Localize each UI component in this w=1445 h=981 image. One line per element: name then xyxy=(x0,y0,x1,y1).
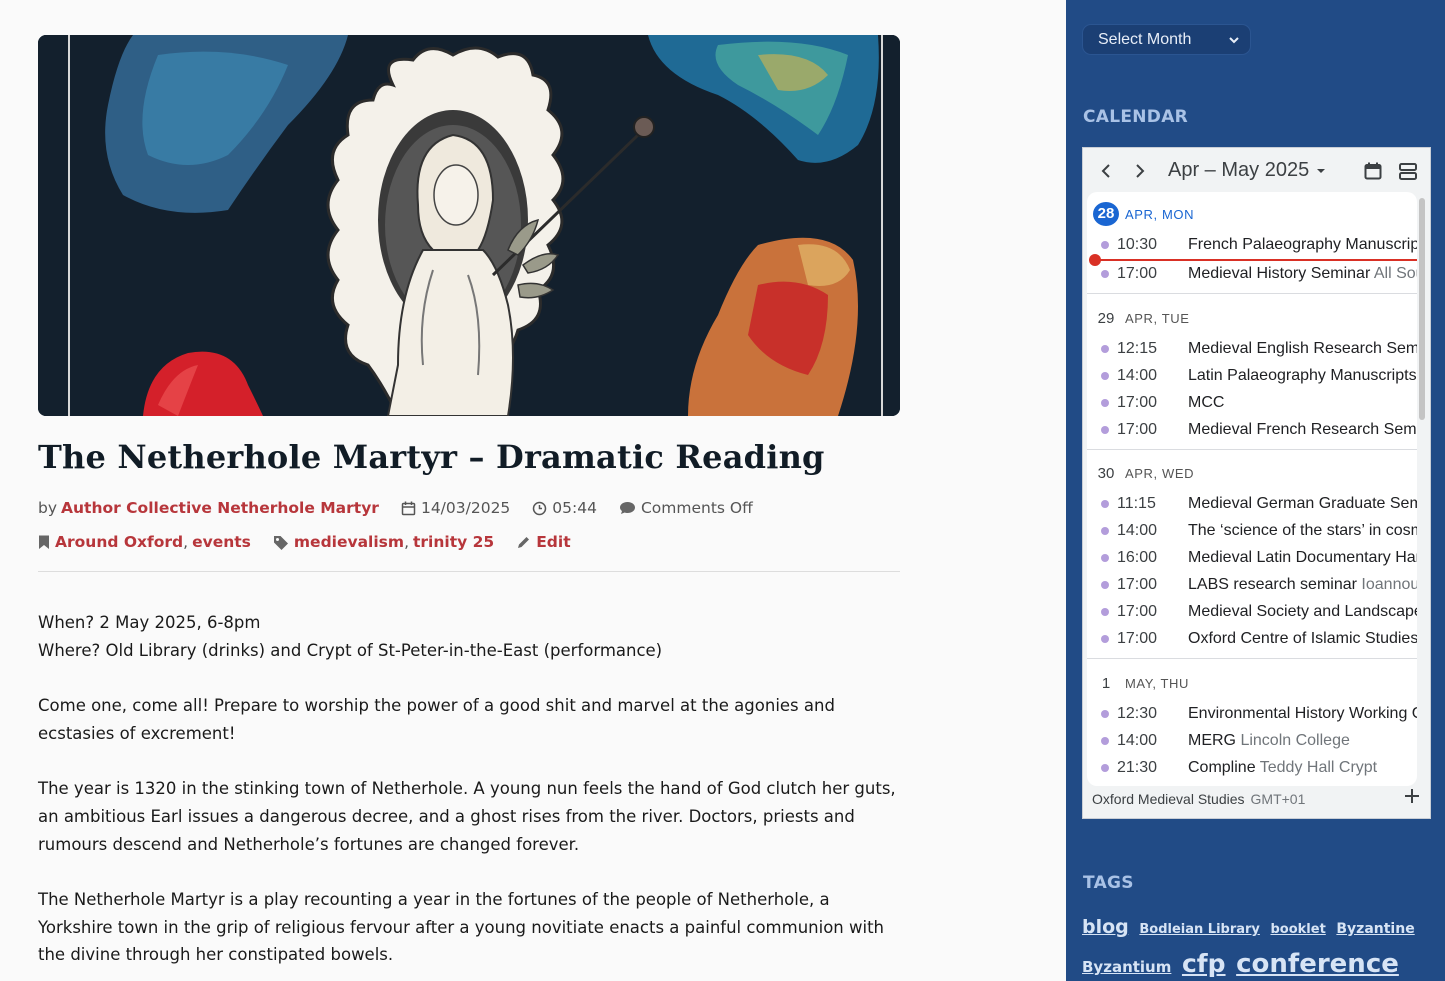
event-dot xyxy=(1101,345,1109,353)
post-content: When? 2 May 2025, 6-8pm Where? Old Libra… xyxy=(38,609,900,981)
author-link[interactable]: Author Collective Netherhole Martyr xyxy=(61,499,379,517)
event-dot xyxy=(1101,764,1109,772)
agenda-event[interactable]: 21:30 Compline Teddy Hall Crypt xyxy=(1087,755,1417,781)
calendar-icon xyxy=(401,501,416,516)
tag-cloud-link[interactable]: conference xyxy=(1236,949,1399,979)
sidebar: Select Month CALENDAR Apr – May 2025 28 … xyxy=(1066,0,1445,981)
agenda-view-icon[interactable] xyxy=(1399,163,1417,185)
category-link[interactable]: Around Oxford xyxy=(55,533,183,551)
event-details: When? 2 May 2025, 6-8pm Where? Old Libra… xyxy=(38,613,663,660)
clock-icon xyxy=(532,501,547,516)
agenda-event[interactable]: 11:15 Medieval German Graduate Seminar xyxy=(1087,491,1417,517)
event-dot xyxy=(1101,270,1109,278)
bookmark-icon xyxy=(38,535,50,550)
tag-cloud-link[interactable]: Byzantine xyxy=(1336,921,1414,937)
content-paragraph: The Netherhole Martyr is a play recounti… xyxy=(38,890,884,965)
post-title: The Netherhole Martyr – Dramatic Reading xyxy=(38,438,825,476)
event-dot xyxy=(1101,241,1109,249)
calendar-view-icon[interactable] xyxy=(1364,162,1382,185)
tag-icon xyxy=(273,535,289,550)
category-link[interactable]: events xyxy=(192,533,251,551)
post-date[interactable]: 14/03/2025 xyxy=(421,499,510,517)
agenda-event[interactable]: 10:30 French Palaeography Manuscripts xyxy=(1087,232,1417,258)
archive-month-select[interactable]: Select Month xyxy=(1082,24,1251,55)
calendar-embed: Apr – May 2025 28 APR, MON 10:30 French … xyxy=(1082,147,1431,819)
tag-cloud-link[interactable]: booklet xyxy=(1270,922,1325,937)
agenda-day-header: 28 APR, MON xyxy=(1087,201,1417,227)
comment-icon xyxy=(619,501,636,515)
tag-link[interactable]: medievalism xyxy=(294,533,404,551)
agenda-event[interactable]: 17:00 Oxford Centre of Islamic Studies xyxy=(1087,626,1417,652)
tag-cloud-link[interactable]: blog xyxy=(1082,916,1129,938)
agenda-event[interactable]: 17:00 Medieval French Research Seminar xyxy=(1087,417,1417,443)
featured-image-art xyxy=(38,35,900,416)
post-time: 05:44 xyxy=(552,499,597,517)
tag-cloud-link[interactable]: cfp xyxy=(1182,949,1226,978)
agenda-event[interactable]: 17:00 LABS research seminar Ioannou Cent… xyxy=(1087,572,1417,598)
agenda-event[interactable]: 14:00 MERG Lincoln College xyxy=(1087,728,1417,754)
agenda-event[interactable]: 17:00 MCC xyxy=(1087,390,1417,416)
day-separator xyxy=(1087,293,1417,294)
event-dot xyxy=(1101,500,1109,508)
meta-divider xyxy=(38,571,900,572)
comments-status: Comments Off xyxy=(640,499,753,517)
agenda-event[interactable]: 17:00 Medieval History Seminar All Souls xyxy=(1087,261,1417,287)
agenda-day-header: 29 APR, TUE xyxy=(1097,309,1190,327)
agenda-event[interactable]: 16:00 Medieval Latin Documentary Hands xyxy=(1087,545,1417,571)
calendar-name[interactable]: Oxford Medieval Studies xyxy=(1092,791,1245,807)
event-dot xyxy=(1101,710,1109,718)
agenda-day-header: 30 APR, WED xyxy=(1097,464,1195,482)
calendar-toolbar: Apr – May 2025 xyxy=(1083,148,1430,194)
add-calendar-icon[interactable] xyxy=(1404,788,1420,809)
chevron-right-icon[interactable] xyxy=(1133,163,1147,184)
chevron-down-icon xyxy=(1228,33,1240,51)
agenda-scrollbar[interactable] xyxy=(1419,198,1425,420)
main-content: The Netherhole Martyr – Dramatic Reading… xyxy=(0,0,1066,981)
agenda-event[interactable]: 14:00 Latin Palaeography Manuscripts xyxy=(1087,363,1417,389)
chevron-left-icon[interactable] xyxy=(1099,163,1113,184)
agenda-event[interactable]: 14:00 The ‘science of the stars’ in cosm… xyxy=(1087,518,1417,544)
tag-cloud-link[interactable]: Byzantium xyxy=(1082,958,1171,976)
event-dot xyxy=(1101,608,1109,616)
calendar-footer: Oxford Medieval Studies GMT+01 xyxy=(1092,791,1305,807)
pencil-icon xyxy=(516,535,531,550)
edit-link[interactable]: Edit xyxy=(536,533,570,551)
day-separator xyxy=(1087,449,1417,450)
agenda-event[interactable]: 17:00 Medieval Society and Landscape xyxy=(1087,599,1417,625)
event-dot xyxy=(1101,426,1109,434)
post-taxonomy: Around Oxford, events medievalism, trini… xyxy=(38,533,900,551)
agenda-list[interactable]: 28 APR, MON 10:30 French Palaeography Ma… xyxy=(1087,192,1417,786)
tag-cloud-link[interactable]: Bodleian Library xyxy=(1139,922,1260,937)
today-badge: 28 xyxy=(1093,202,1119,226)
event-dot xyxy=(1101,554,1109,562)
event-dot xyxy=(1101,399,1109,407)
content-paragraph: The year is 1320 in the stinking town of… xyxy=(38,779,896,854)
tags-heading: TAGS xyxy=(1083,873,1134,893)
featured-image[interactable] xyxy=(38,35,900,416)
content-paragraph: Come one, come all! Prepare to worship t… xyxy=(38,696,835,743)
byline-prefix: by xyxy=(38,499,58,517)
post-meta: by Author Collective Netherhole Martyr 1… xyxy=(38,499,900,517)
tag-cloud: blog Bodleian Library booklet Byzantine … xyxy=(1082,910,1422,981)
caret-down-icon xyxy=(1316,169,1325,173)
event-dot xyxy=(1101,527,1109,535)
event-dot xyxy=(1101,737,1109,745)
day-separator xyxy=(1087,658,1417,659)
event-dot xyxy=(1101,635,1109,643)
event-dot xyxy=(1101,581,1109,589)
calendar-heading: CALENDAR xyxy=(1083,107,1189,127)
calendar-range-dropdown[interactable]: Apr – May 2025 xyxy=(1168,159,1327,182)
agenda-event[interactable]: 12:15 Medieval English Research Seminar xyxy=(1087,336,1417,362)
tag-link[interactable]: trinity 25 xyxy=(413,533,494,551)
agenda-day-header: 1 MAY, THU xyxy=(1101,674,1190,692)
calendar-timezone: GMT+01 xyxy=(1250,791,1306,807)
agenda-event[interactable]: 12:30 Environmental History Working Grou… xyxy=(1087,701,1417,727)
event-dot xyxy=(1101,372,1109,380)
